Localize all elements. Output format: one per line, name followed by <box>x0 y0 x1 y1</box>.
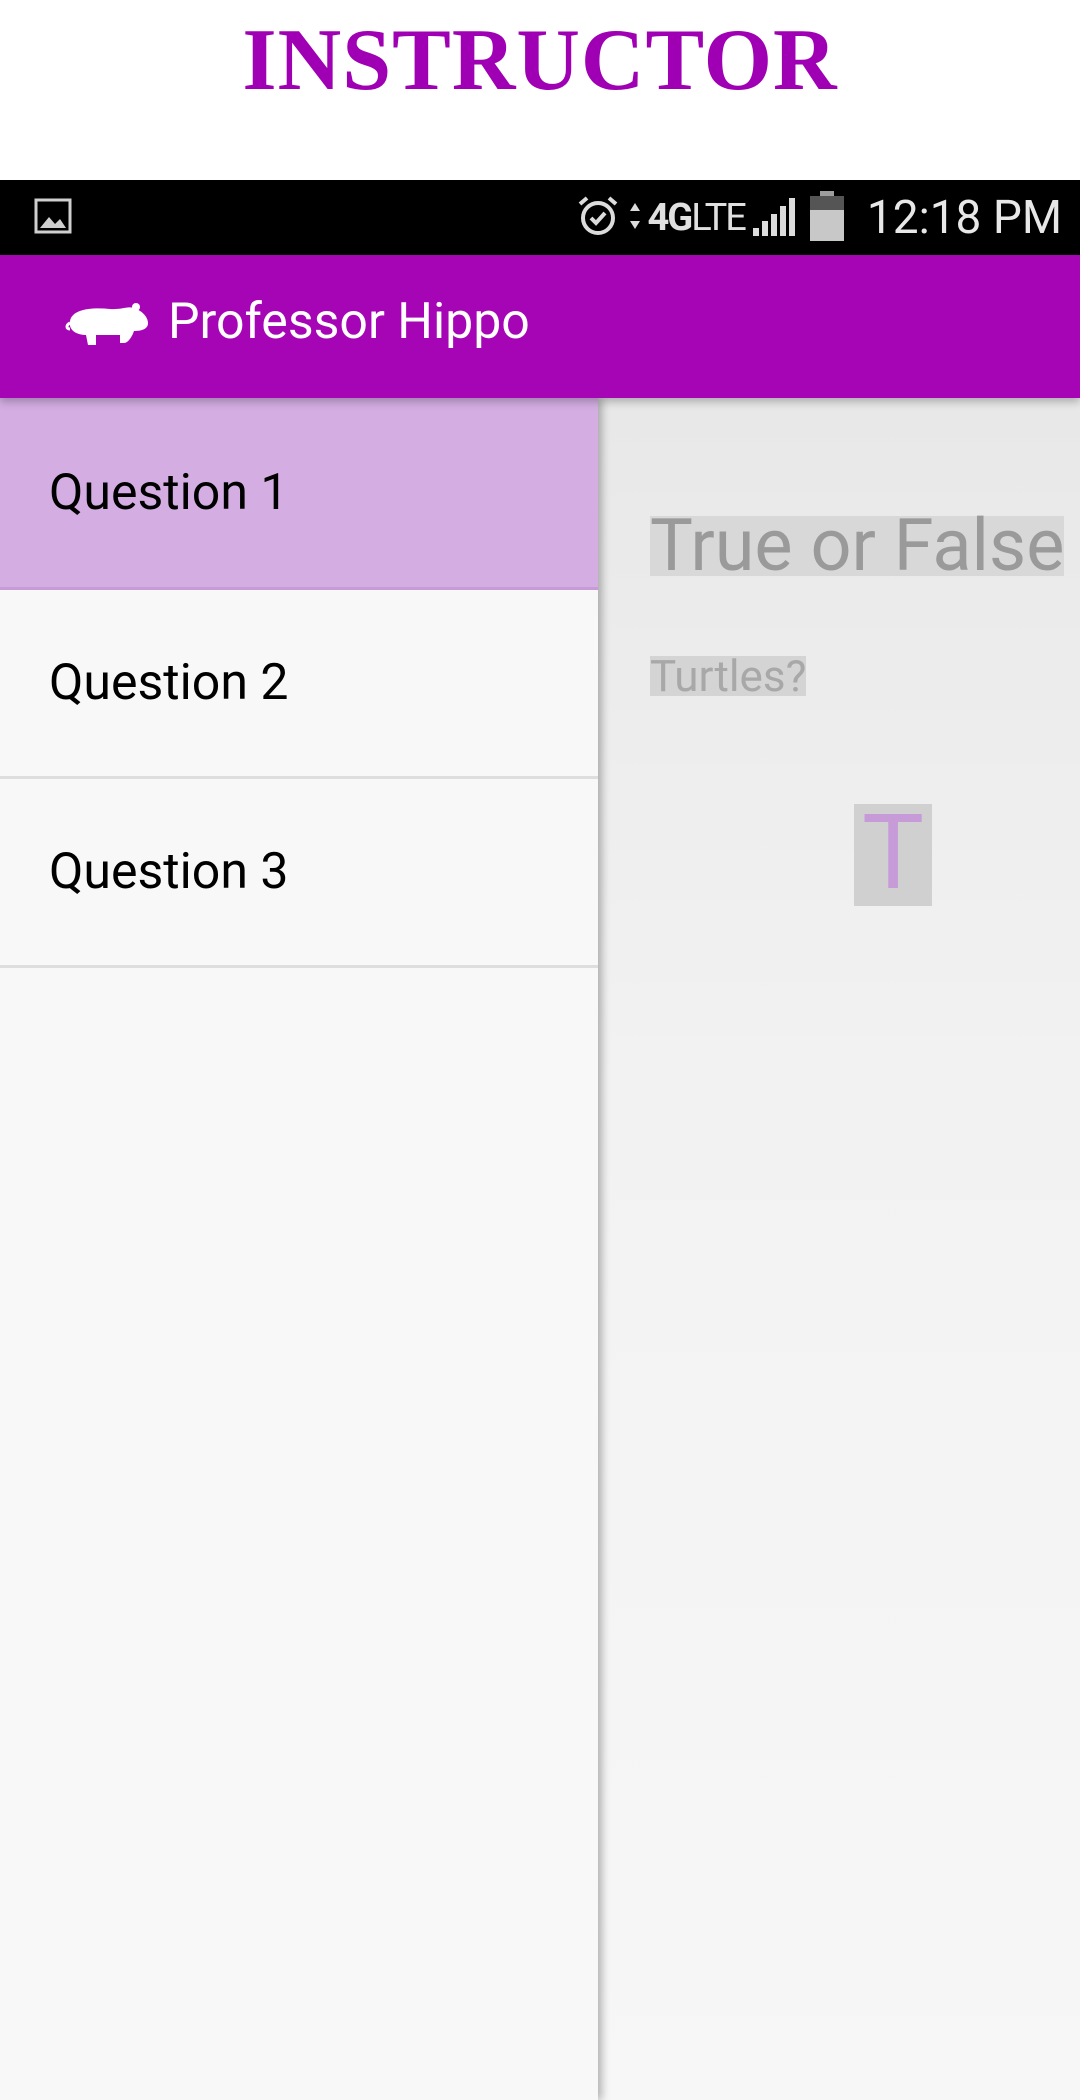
question-content: True or False Turtles? T <box>598 398 1080 2100</box>
gallery-notification-icon <box>34 197 72 239</box>
status-bar: 4GLTE 12:18 PM <box>0 180 1080 255</box>
status-time: 12:18 PM <box>866 190 1062 245</box>
signal-icon <box>751 194 801 242</box>
drawer-item-label: Question 1 <box>49 463 289 522</box>
app-bar: Professor Hippo <box>0 255 1080 398</box>
drawer-item-question-1[interactable]: Question 1 <box>0 398 598 590</box>
question-type-heading: True or False <box>650 503 1065 588</box>
banner-title: INSTRUCTOR <box>242 11 838 109</box>
answer-button[interactable]: T <box>854 804 932 906</box>
alarm-icon <box>574 192 622 244</box>
app-title: Professor Hippo <box>168 293 530 351</box>
navigation-drawer: Question 1 Question 2 Question 3 <box>0 398 598 2100</box>
battery-icon <box>807 190 847 246</box>
network-type: 4GLTE <box>647 195 747 240</box>
question-text: Turtles? <box>650 650 807 702</box>
drawer-item-question-3[interactable]: Question 3 <box>0 779 598 968</box>
data-arrows-icon <box>628 199 642 237</box>
drawer-item-question-2[interactable]: Question 2 <box>0 590 598 779</box>
drawer-item-label: Question 3 <box>49 843 289 901</box>
drawer-item-label: Question 2 <box>49 654 289 712</box>
instructor-banner: INSTRUCTOR <box>0 0 1080 180</box>
hippo-icon[interactable] <box>62 299 152 359</box>
